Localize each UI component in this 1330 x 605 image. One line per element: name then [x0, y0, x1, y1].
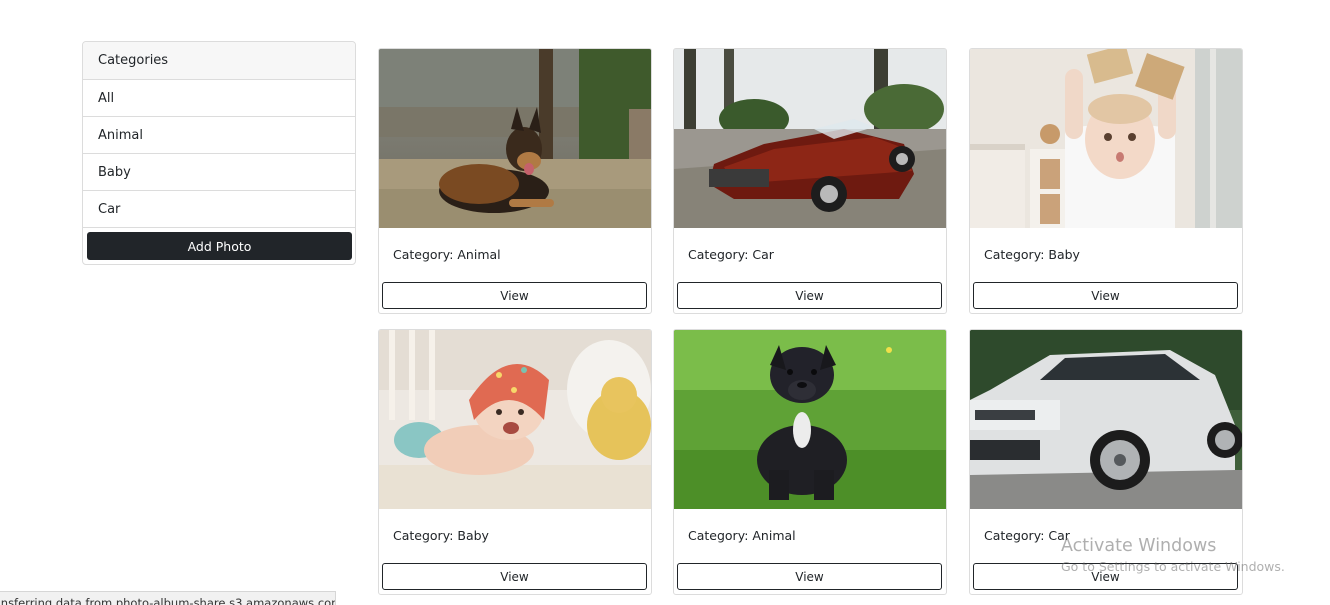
- add-photo-button[interactable]: Add Photo: [87, 232, 352, 260]
- view-button[interactable]: View: [677, 563, 942, 590]
- status-text: ransferring data from photo-album-share.…: [0, 596, 336, 605]
- baby-with-headscarf-photo[interactable]: [379, 330, 651, 509]
- photo-card: Category: Animal View: [673, 329, 947, 595]
- activate-windows-watermark: Activate Windows Go to Settings to activ…: [1061, 536, 1285, 574]
- activate-subtitle: Go to Settings to activate Windows.: [1061, 559, 1285, 574]
- activate-title: Activate Windows: [1061, 536, 1217, 556]
- category-item-car[interactable]: Car: [83, 191, 355, 228]
- photo-card: Category: Car View: [673, 48, 947, 314]
- black-puppy-photo[interactable]: [674, 330, 946, 509]
- photo-card: Category: Baby View: [378, 329, 652, 595]
- view-button[interactable]: View: [973, 282, 1238, 309]
- card-category-label: Category: Car: [688, 247, 774, 262]
- browser-status-bar: ransferring data from photo-album-share.…: [0, 591, 336, 605]
- photo-card: Category: Baby View: [969, 48, 1243, 314]
- categories-panel: Categories All Animal Baby Car Add Photo: [82, 41, 356, 265]
- view-button[interactable]: View: [382, 563, 647, 590]
- german-shepherd-dog-photo[interactable]: [379, 49, 651, 228]
- baby-with-block-photo[interactable]: [970, 49, 1242, 228]
- category-item-baby[interactable]: Baby: [83, 154, 355, 191]
- red-convertible-car-photo[interactable]: [674, 49, 946, 228]
- photo-card: Category: Animal View: [378, 48, 652, 314]
- card-category-label: Category: Baby: [393, 528, 489, 543]
- card-category-label: Category: Animal: [393, 247, 501, 262]
- category-item-all[interactable]: All: [83, 80, 355, 117]
- card-category-label: Category: Car: [984, 528, 1070, 543]
- card-category-label: Category: Animal: [688, 528, 796, 543]
- view-button[interactable]: View: [382, 282, 647, 309]
- view-button[interactable]: View: [677, 282, 942, 309]
- card-category-label: Category: Baby: [984, 247, 1080, 262]
- category-item-animal[interactable]: Animal: [83, 117, 355, 154]
- white-suv-photo[interactable]: [970, 330, 1242, 509]
- categories-header: Categories: [83, 42, 355, 80]
